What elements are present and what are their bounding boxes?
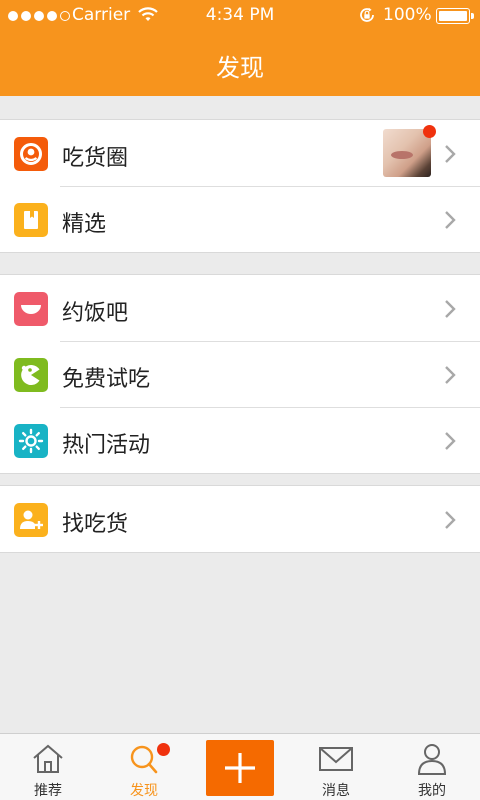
menu-item-find-foodies[interactable]: 找吃货 [0,486,480,552]
menu-item-hot-events[interactable]: 热门活动 [0,407,480,473]
battery-percent: 100% [383,5,432,25]
tab-mine[interactable]: 我的 [384,734,480,800]
tab-recommend[interactable]: 推荐 [0,734,96,800]
bowl-icon [14,292,48,326]
tab-messages[interactable]: 消息 [288,734,384,800]
menu-group-1: 吃货圈 精选 [0,119,480,253]
menu-item-yuefanba[interactable]: 约饭吧 [0,275,480,341]
discover-badge [157,743,170,756]
menu-item-jingxuan[interactable]: 精选 [0,186,480,252]
person-icon [417,744,447,775]
chihuoquan-icon [14,137,48,171]
menu-item-label: 约饭吧 [62,301,129,326]
new-content-badge [423,125,436,138]
post-thumbnail [383,129,431,177]
chevron-right-icon [445,300,456,318]
chevron-right-icon [445,511,456,529]
page-title: 发现 [216,54,264,82]
chevron-right-icon [445,366,456,384]
plus-icon [225,753,255,783]
home-icon [33,744,63,773]
tab-label: 推荐 [34,783,62,799]
menu-group-2: 约饭吧 免费试吃 热门活动 [0,274,480,474]
chevron-right-icon [445,211,456,229]
menu-item-label: 热门活动 [62,433,151,458]
top-bar: Carrier 4:34 PM 100% 发现 [0,0,480,96]
tab-discover[interactable]: 发现 [96,734,192,800]
bookmark-icon [14,203,48,237]
menu-item-label: 免费试吃 [62,367,151,392]
tab-label: 消息 [322,783,350,799]
battery-icon [436,8,474,24]
menu-item-label: 找吃货 [62,512,129,537]
envelope-icon [319,747,353,771]
sun-icon [14,424,48,458]
pacman-icon [14,358,48,392]
chevron-right-icon [445,432,456,450]
tab-label: 发现 [130,783,158,799]
add-user-icon [14,503,48,537]
tab-label: 我的 [418,783,446,799]
status-bar: Carrier 4:34 PM 100% [0,0,480,32]
add-post-button[interactable] [206,740,274,796]
menu-item-label: 精选 [62,212,107,237]
chevron-right-icon [445,145,456,163]
menu-item-chihuoquan[interactable]: 吃货圈 [0,120,480,186]
menu-group-3: 找吃货 [0,485,480,553]
menu-item-free-tasting[interactable]: 免费试吃 [0,341,480,407]
menu-item-label: 吃货圈 [62,146,129,171]
rotation-lock-icon [360,7,374,22]
